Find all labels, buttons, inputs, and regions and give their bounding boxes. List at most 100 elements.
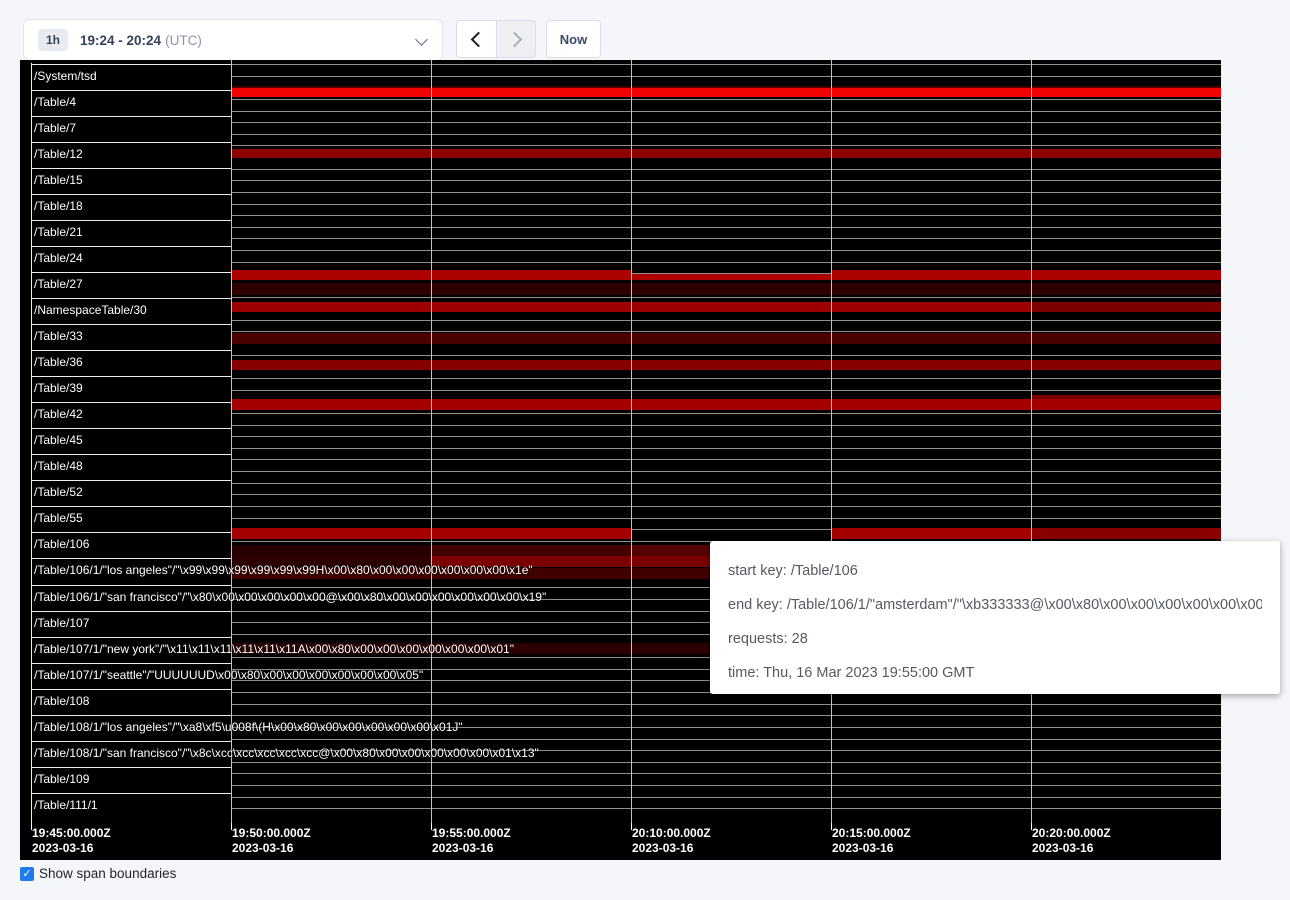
- span-boundary-line: [231, 808, 1221, 809]
- span-boundary-line: [231, 785, 1221, 786]
- time-axis-label: 20:15:00.000Z2023-03-16: [832, 826, 911, 856]
- row-label: /Table/107/1/"seattle"/"UUUUUUD\x00\x80\…: [34, 668, 423, 682]
- row-boundary-line: [31, 506, 231, 507]
- range-nav-group: [456, 20, 536, 58]
- row-boundary-line: [31, 194, 231, 195]
- row-label: /Table/107/1/"new york"/"\x11\x11\x11\x1…: [34, 642, 514, 656]
- row-label: /Table/27: [34, 277, 83, 291]
- row-boundary-line: [31, 220, 231, 221]
- row-label: /Table/108/1/"san francisco"/"\x8c\xcc\x…: [34, 746, 539, 760]
- show-span-boundaries-label: Show span boundaries: [39, 866, 176, 881]
- row-boundary-line: [31, 767, 231, 768]
- heat-band: [231, 333, 1221, 344]
- row-label: /Table/7: [34, 121, 76, 135]
- row-label: /Table/36: [34, 355, 83, 369]
- row-boundary-line: [31, 116, 231, 117]
- span-boundary-line: [231, 494, 1221, 495]
- span-boundary-line: [231, 250, 1221, 251]
- show-span-boundaries-checkbox[interactable]: ✓: [20, 867, 34, 881]
- span-boundary-line: [231, 122, 1221, 123]
- hover-tooltip: start key: /Table/106 end key: /Table/10…: [710, 541, 1280, 694]
- span-boundary-line: [231, 320, 1221, 321]
- time-axis-date: 2023-03-16: [432, 841, 511, 856]
- span-boundary-line: [231, 180, 1221, 181]
- span-boundary-line: [231, 297, 1221, 298]
- key-visualizer-canvas[interactable]: /System/tsd/Table/4/Table/7/Table/12/Tab…: [20, 60, 1221, 860]
- row-label: /Table/33: [34, 329, 83, 343]
- row-label: /Table/48: [34, 459, 83, 473]
- row-boundary-line: [31, 532, 231, 533]
- span-boundary-line: [231, 262, 1221, 263]
- time-axis-label: 19:50:00.000Z2023-03-16: [232, 826, 311, 856]
- key-visualizer-page: 1h 19:24 - 20:24 (UTC) Now /System/tsd/T…: [0, 0, 1290, 900]
- show-span-boundaries-control[interactable]: ✓ Show span boundaries: [20, 866, 176, 881]
- heat-band: [631, 274, 831, 280]
- row-label: /Table/18: [34, 199, 83, 213]
- time-axis-time: 19:45:00.000Z: [32, 826, 111, 841]
- heat-band: [231, 360, 1221, 370]
- row-boundary-line: [31, 480, 231, 481]
- span-boundary-line: [231, 413, 1221, 414]
- prev-range-button[interactable]: [457, 21, 496, 57]
- time-range-select[interactable]: 1h 19:24 - 20:24 (UTC): [23, 19, 443, 61]
- tooltip-end-key: end key: /Table/106/1/"amsterdam"/"\xb33…: [728, 588, 1262, 622]
- row-label: /Table/39: [34, 381, 83, 395]
- row-boundary-line: [31, 272, 231, 273]
- span-boundary-line: [231, 715, 1221, 716]
- time-axis-label: 20:10:00.000Z2023-03-16: [632, 826, 711, 856]
- row-label: /Table/24: [34, 251, 83, 265]
- tooltip-requests: requests: 28: [728, 622, 1262, 656]
- time-axis-date: 2023-03-16: [632, 841, 711, 856]
- span-boundary-line: [231, 471, 1221, 472]
- row-boundary-line: [31, 142, 231, 143]
- time-axis-label: 20:20:00.000Z2023-03-16: [1032, 826, 1111, 856]
- row-boundary-line: [31, 663, 231, 664]
- heat-band: [1031, 528, 1221, 539]
- row-label: /Table/106: [34, 537, 89, 551]
- row-boundary-line: [31, 637, 231, 638]
- row-boundary-line: [31, 324, 231, 325]
- now-button[interactable]: Now: [546, 20, 601, 58]
- time-axis-time: 19:55:00.000Z: [432, 826, 511, 841]
- span-boundary-line: [231, 111, 1221, 112]
- span-boundary-line: [231, 227, 1221, 228]
- heat-band: [1031, 302, 1221, 312]
- row-label: /System/tsd: [34, 69, 97, 83]
- heat-band: [831, 270, 1221, 280]
- time-gridline: [631, 60, 632, 823]
- span-boundary-line: [231, 145, 1221, 146]
- time-gridline: [1031, 60, 1032, 823]
- span-boundary-line: [231, 204, 1221, 205]
- row-boundary-line: [31, 90, 231, 91]
- next-range-button-disabled[interactable]: [496, 21, 535, 57]
- row-boundary-line: [31, 246, 231, 247]
- row-boundary-line: [31, 298, 231, 299]
- span-boundary-line: [231, 378, 1221, 379]
- row-boundary-line: [31, 689, 231, 690]
- range-text: 19:24 - 20:24: [80, 33, 161, 48]
- tooltip-start-key: start key: /Table/106: [728, 554, 1262, 588]
- span-boundary-line: [231, 134, 1221, 135]
- row-boundary-line: [31, 715, 231, 716]
- time-axis-date: 2023-03-16: [232, 841, 311, 856]
- time-axis-time: 19:50:00.000Z: [232, 826, 311, 841]
- heat-band: [431, 545, 631, 556]
- row-label: /Table/45: [34, 433, 83, 447]
- range-timezone: (UTC): [165, 33, 202, 48]
- chevron-down-icon: [415, 33, 428, 46]
- span-boundary-line: [231, 215, 1221, 216]
- row-label: /Table/55: [34, 511, 83, 525]
- heat-band: [231, 149, 1221, 158]
- range-duration-badge: 1h: [38, 29, 68, 51]
- row-boundary-line: [31, 350, 231, 351]
- time-gridline: [431, 60, 432, 823]
- span-boundary-line: [231, 506, 1221, 507]
- row-label: /Table/52: [34, 485, 83, 499]
- heat-band: [231, 399, 1221, 410]
- row-boundary-line: [31, 454, 231, 455]
- chevron-right-icon: [506, 31, 522, 47]
- span-boundary-line: [231, 76, 1221, 77]
- span-boundary-line: [231, 739, 1221, 740]
- gutter-border-line: [31, 63, 32, 823]
- span-boundary-line: [231, 797, 1221, 798]
